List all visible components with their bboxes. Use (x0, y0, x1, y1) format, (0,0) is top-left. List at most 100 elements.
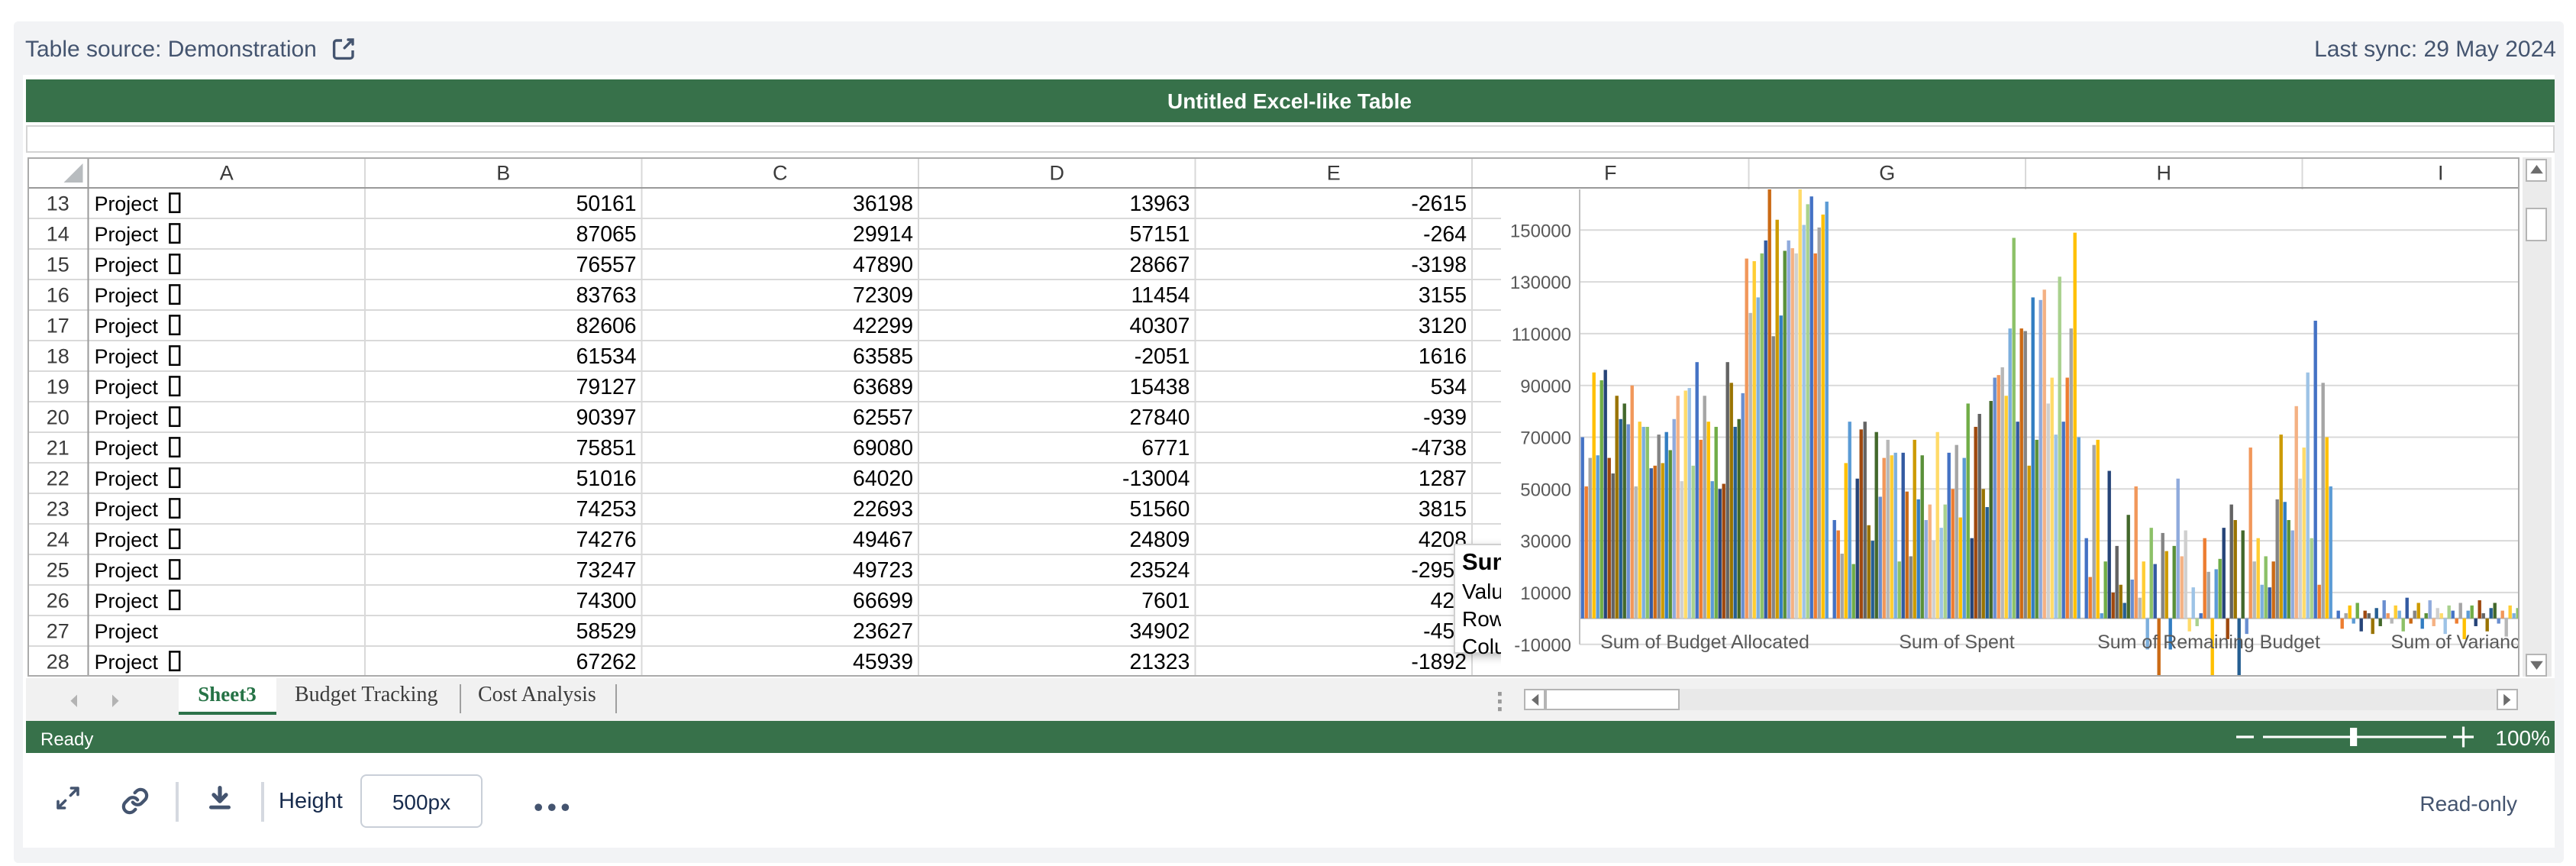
svg-text:Project: Project (94, 223, 158, 246)
svg-text:72309: 72309 (852, 283, 912, 308)
svg-text:Project: Project (94, 284, 158, 307)
svg-text:Project: Project (94, 254, 158, 276)
svg-text:62557: 62557 (852, 406, 912, 430)
svg-text:66699: 66699 (852, 589, 912, 613)
svg-text:H: H (2155, 161, 2171, 184)
svg-text:3815: 3815 (1418, 497, 1466, 522)
svg-text:57151: 57151 (1128, 222, 1189, 247)
svg-text:63689: 63689 (852, 375, 912, 399)
svg-text:D: D (1048, 161, 1064, 184)
svg-text:Sum of Remaining Budget: Sum of Remaining Budget (2097, 631, 2319, 652)
svg-text:11454: 11454 (1131, 283, 1190, 308)
svg-text:74253: 74253 (576, 497, 636, 522)
svg-text:76557: 76557 (576, 253, 636, 277)
svg-text:G: G (1878, 161, 1894, 184)
svg-text:75851: 75851 (576, 436, 636, 460)
svg-text:45939: 45939 (852, 650, 912, 674)
svg-text:Project: Project (94, 437, 158, 460)
svg-text:36198: 36198 (852, 192, 912, 216)
svg-text:-264: -264 (1422, 222, 1466, 247)
svg-text:79127: 79127 (576, 375, 636, 399)
svg-text:22693: 22693 (852, 497, 912, 522)
svg-text:C: C (772, 161, 787, 184)
svg-text:Project: Project (94, 620, 158, 643)
svg-text:50161: 50161 (576, 192, 636, 216)
svg-text:6771: 6771 (1141, 436, 1189, 460)
svg-text:-1892: -1892 (1410, 650, 1466, 674)
svg-text:22: 22 (46, 467, 69, 490)
svg-text:67262: 67262 (576, 650, 636, 674)
svg-text:-4738: -4738 (1410, 436, 1466, 460)
svg-text:19: 19 (46, 375, 69, 398)
svg-text:Project: Project (94, 467, 158, 490)
svg-text:90397: 90397 (576, 406, 636, 430)
svg-text:51560: 51560 (1128, 497, 1189, 522)
svg-text:Project: Project (94, 345, 158, 368)
svg-text:1287: 1287 (1418, 467, 1466, 491)
svg-text:20: 20 (46, 406, 69, 428)
svg-text:74276: 74276 (576, 528, 636, 552)
svg-text:61534: 61534 (576, 344, 636, 369)
svg-text:10000: 10000 (1519, 583, 1570, 603)
svg-text:-939: -939 (1422, 406, 1466, 430)
svg-text:27: 27 (46, 619, 69, 642)
svg-text:18: 18 (46, 344, 69, 367)
svg-text:83763: 83763 (576, 283, 636, 308)
svg-text:13963: 13963 (1128, 192, 1189, 216)
svg-text:13: 13 (46, 192, 69, 215)
svg-text:63585: 63585 (852, 344, 912, 369)
svg-text:1616: 1616 (1418, 344, 1466, 369)
svg-text:15: 15 (46, 253, 69, 276)
svg-text:34902: 34902 (1128, 619, 1189, 644)
svg-text:A: A (219, 161, 233, 184)
svg-text:110000: 110000 (1511, 324, 1570, 344)
svg-text:49467: 49467 (852, 528, 912, 552)
svg-text:3120: 3120 (1418, 314, 1466, 338)
svg-text:50000: 50000 (1519, 479, 1570, 499)
svg-text:25: 25 (46, 558, 69, 581)
svg-text:82606: 82606 (576, 314, 636, 338)
svg-text:-2051: -2051 (1134, 344, 1190, 369)
svg-text:24809: 24809 (1128, 528, 1189, 552)
svg-text:29914: 29914 (852, 222, 912, 247)
svg-text:28667: 28667 (1128, 253, 1189, 277)
svg-text:47890: 47890 (852, 253, 912, 277)
svg-text:70000: 70000 (1519, 428, 1570, 448)
svg-text:Project: Project (94, 376, 158, 399)
svg-text:69080: 69080 (852, 436, 912, 460)
svg-text:Project: Project (94, 528, 158, 551)
svg-text:87065: 87065 (576, 222, 636, 247)
svg-text:3155: 3155 (1418, 283, 1466, 308)
svg-text:21323: 21323 (1128, 650, 1189, 674)
svg-text:15438: 15438 (1128, 375, 1189, 399)
svg-text:150000: 150000 (1509, 220, 1570, 241)
svg-text:27840: 27840 (1128, 406, 1189, 430)
svg-text:28: 28 (46, 650, 69, 673)
svg-text:24: 24 (46, 528, 69, 551)
svg-text:130000: 130000 (1509, 272, 1570, 292)
svg-text:B: B (496, 161, 509, 184)
svg-text:Project: Project (94, 192, 158, 215)
svg-text:Sum of Variance: Sum of Variance (2390, 631, 2520, 652)
svg-text:26: 26 (46, 589, 69, 612)
svg-text:74300: 74300 (576, 589, 636, 613)
svg-text:-13004: -13004 (1122, 467, 1189, 491)
svg-text:Project: Project (94, 315, 158, 338)
svg-text:21: 21 (46, 436, 69, 459)
svg-text:30000: 30000 (1519, 531, 1570, 551)
svg-text:16: 16 (46, 283, 69, 306)
svg-text:Project: Project (94, 498, 158, 521)
svg-text:534: 534 (1430, 375, 1466, 399)
svg-text:Sum of Spent: Sum of Spent (1898, 631, 2014, 652)
svg-text:73247: 73247 (576, 558, 636, 583)
svg-text:F: F (1603, 161, 1616, 184)
svg-text:7601: 7601 (1141, 589, 1189, 613)
svg-text:40307: 40307 (1128, 314, 1189, 338)
svg-text:-10000: -10000 (1513, 635, 1570, 655)
svg-text:58529: 58529 (576, 619, 636, 644)
svg-text:42299: 42299 (852, 314, 912, 338)
svg-text:51016: 51016 (576, 467, 636, 491)
svg-text:23: 23 (46, 497, 69, 520)
svg-text:64020: 64020 (852, 467, 912, 491)
svg-text:49723: 49723 (852, 558, 912, 583)
